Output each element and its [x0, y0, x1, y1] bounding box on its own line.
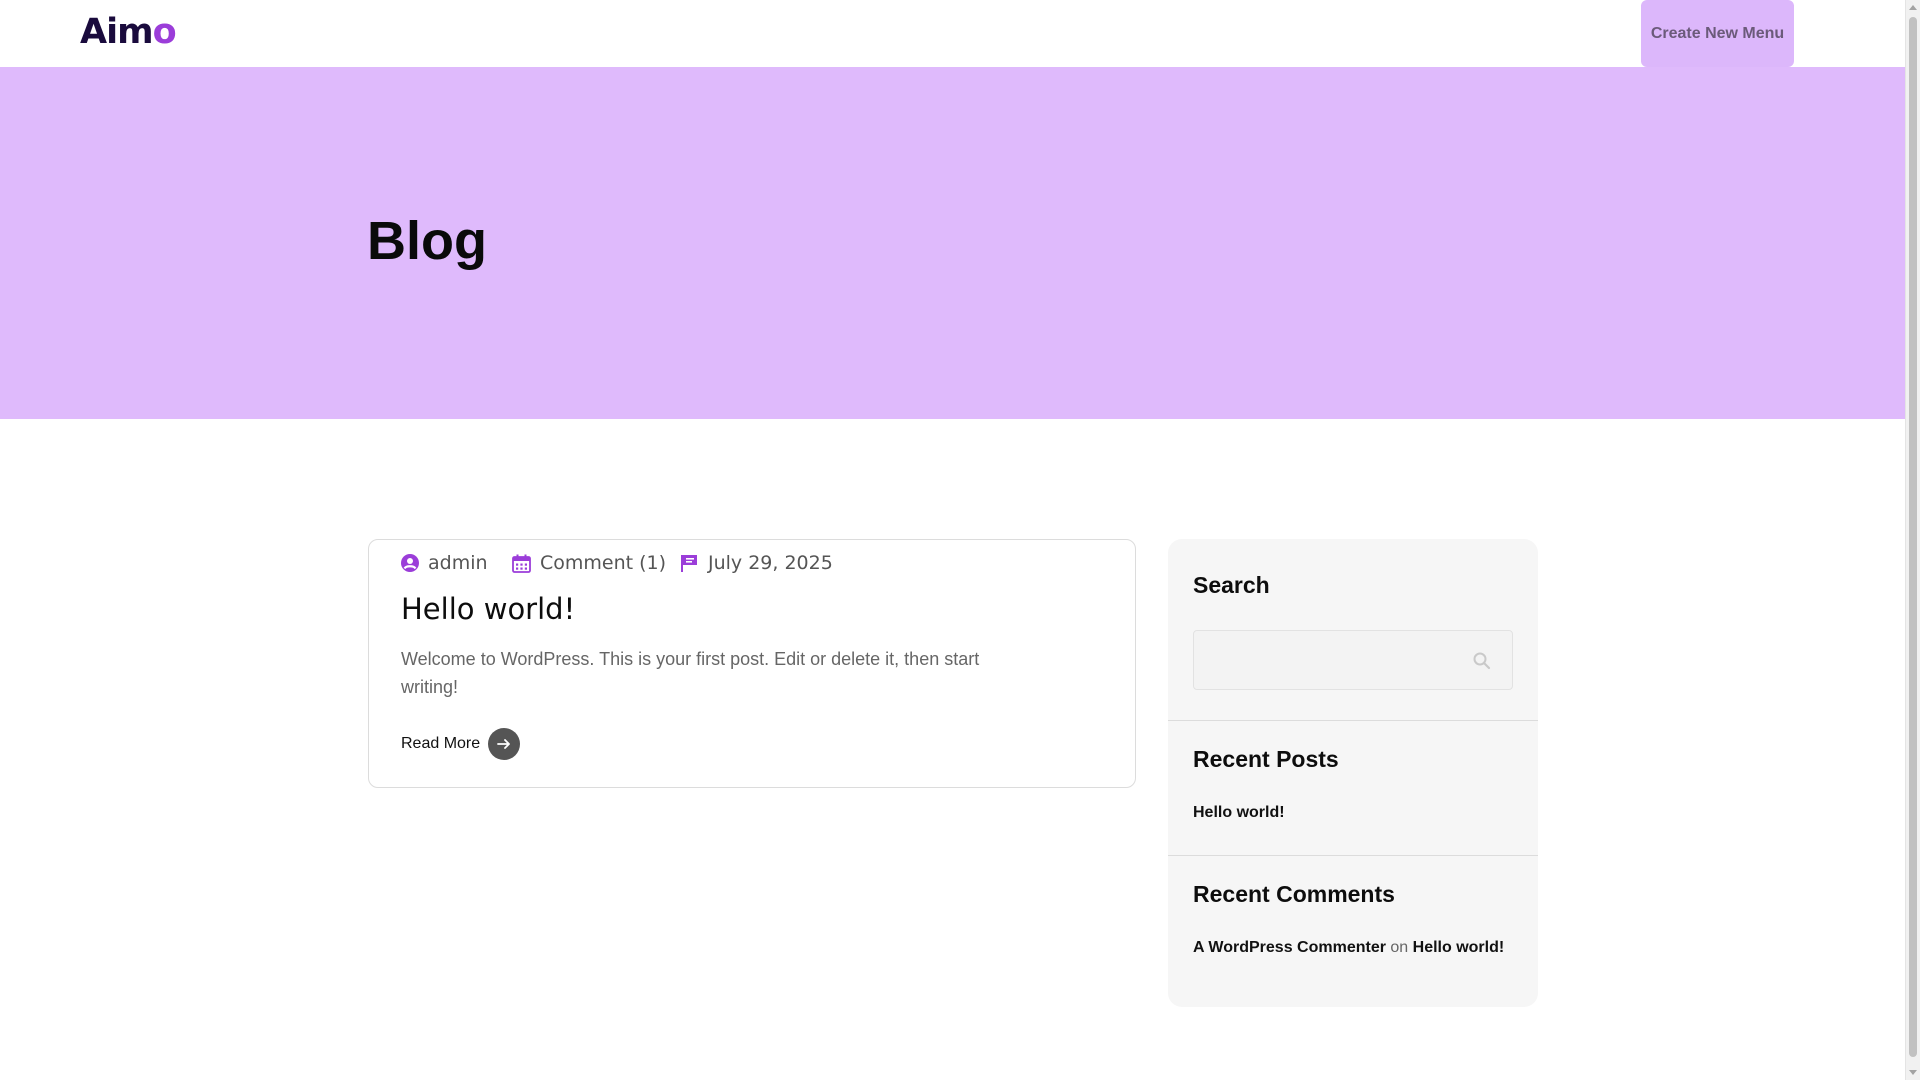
flag-icon: [681, 554, 697, 572]
vertical-scrollbar[interactable]: [1905, 0, 1920, 1080]
site-logo[interactable]: Aimo: [80, 12, 177, 52]
post-author-name: admin: [428, 552, 488, 574]
search-icon[interactable]: [1472, 651, 1492, 671]
recent-comments-title: Recent Comments: [1193, 881, 1395, 907]
scroll-down-arrow[interactable]: [1909, 1070, 1917, 1075]
calendar-icon: [512, 554, 531, 573]
comment-author-link[interactable]: A WordPress Commenter: [1193, 939, 1386, 956]
scroll-up-arrow[interactable]: [1909, 5, 1917, 10]
comment-post-link[interactable]: Hello world!: [1413, 939, 1505, 956]
page: Aimo Create New Menu Blog admin Comment …: [0, 0, 1905, 1080]
logo-text: Aim: [80, 12, 154, 52]
recent-posts-title: Recent Posts: [1193, 746, 1339, 772]
scrollbar-thumb[interactable]: [1909, 17, 1917, 1057]
post-title[interactable]: Hello world!: [401, 592, 575, 626]
post-excerpt: Welcome to WordPress. This is your first…: [401, 649, 980, 697]
search-input[interactable]: [1194, 631, 1482, 689]
read-more-link[interactable]: Read More: [401, 728, 521, 760]
post-date[interactable]: July 29, 2025: [680, 552, 833, 574]
widget-divider: [1168, 720, 1538, 721]
post-author[interactable]: admin: [401, 552, 488, 574]
post-comment-count: Comment (1): [540, 552, 667, 574]
page-hero: Blog: [0, 67, 1905, 419]
widget-divider: [1168, 855, 1538, 856]
post-card: admin Comment (1) July 29, 2025 Hello wo…: [368, 539, 1136, 788]
page-title: Blog: [367, 211, 487, 271]
recent-post-link[interactable]: Hello world!: [1193, 804, 1285, 822]
comment-connector: on: [1390, 939, 1409, 956]
search-form: [1193, 630, 1513, 690]
site-header: Aimo Create New Menu: [0, 0, 1905, 67]
read-more-label: Read More: [401, 735, 481, 752]
post-date-text: July 29, 2025: [708, 552, 833, 574]
user-circle-icon: [401, 554, 419, 572]
sidebar: Search Recent Posts Hello world! Recent …: [1168, 539, 1538, 1007]
search-widget-title: Search: [1193, 572, 1270, 598]
create-new-menu-button[interactable]: Create New Menu: [1641, 0, 1794, 67]
arrow-right-icon: [488, 728, 521, 760]
post-comments[interactable]: Comment (1): [512, 552, 666, 574]
logo-accent: o: [152, 12, 177, 52]
recent-comment-item: A WordPress Commenter on Hello world!: [1193, 939, 1504, 957]
